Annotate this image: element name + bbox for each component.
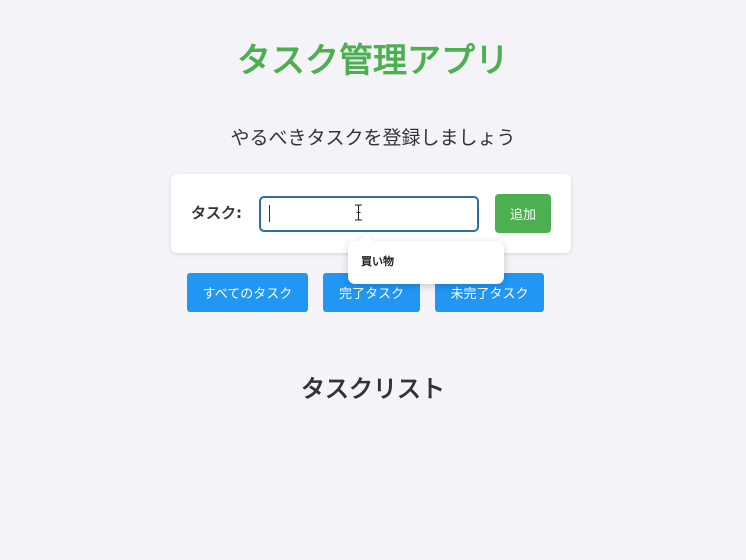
task-input[interactable] [259, 196, 479, 232]
filter-all-button[interactable]: すべてのタスク [187, 273, 308, 312]
ibeam-cursor-icon [355, 204, 362, 221]
task-input-label: タスク: [191, 204, 242, 222]
page-subtitle: やるべきタスクを登録しましょう [230, 127, 516, 149]
autocomplete-item[interactable]: 買い物 [361, 254, 394, 270]
app-title: タスク管理アプリ [237, 41, 509, 81]
task-list-title: タスクリスト [301, 375, 445, 403]
add-task-button[interactable]: 追加 [495, 194, 551, 233]
autocomplete-popup: 買い物 [348, 232, 504, 284]
text-caret [269, 205, 270, 222]
